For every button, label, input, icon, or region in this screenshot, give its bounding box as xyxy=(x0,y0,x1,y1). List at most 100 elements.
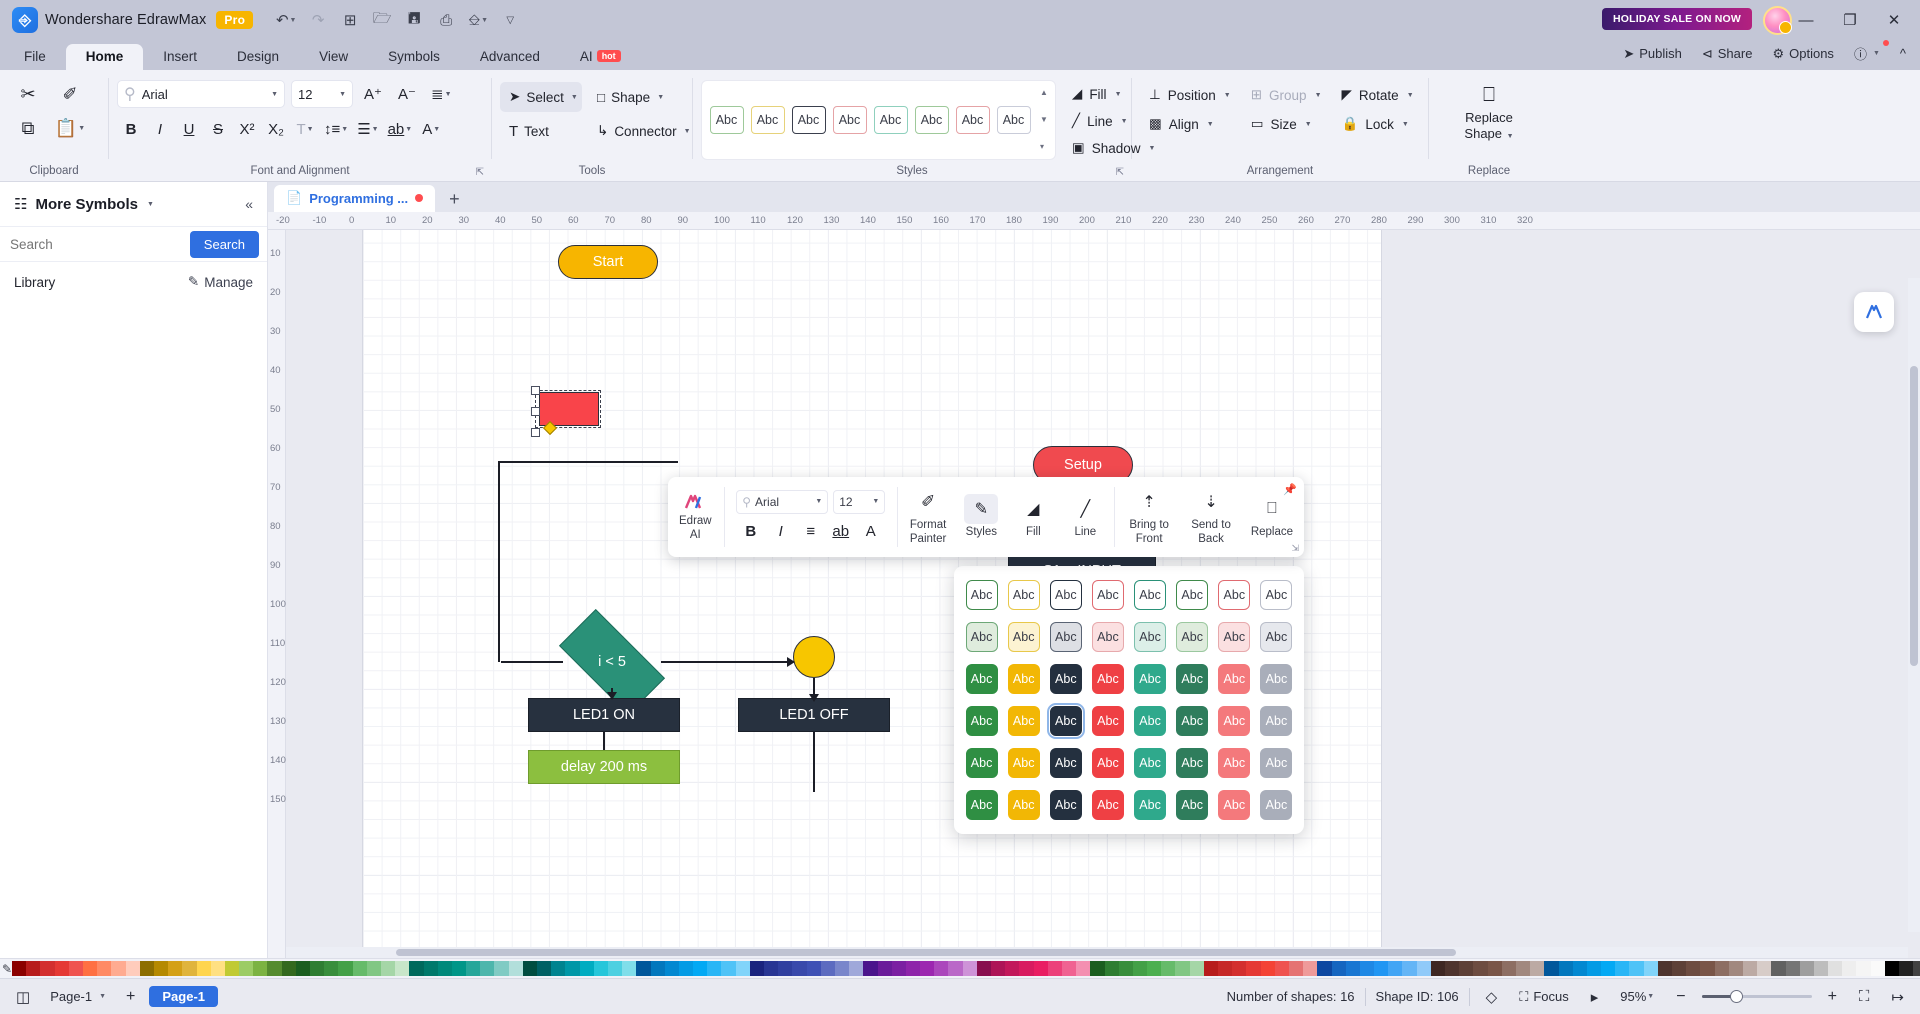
palette-swatch[interactable] xyxy=(295,961,310,976)
bullet-list-button[interactable]: ☰ ▼ xyxy=(353,114,382,144)
page-chip[interactable]: Page-1 xyxy=(149,986,219,1007)
palette-swatch[interactable] xyxy=(1203,961,1218,976)
palette-swatch[interactable] xyxy=(1572,961,1587,976)
palette-swatch[interactable] xyxy=(1714,961,1729,976)
style-option[interactable]: Abc xyxy=(1046,702,1085,741)
palette-swatch[interactable] xyxy=(1147,961,1162,976)
shrink-font-button[interactable]: A⁻ xyxy=(393,79,421,109)
palette-swatch[interactable] xyxy=(1771,961,1786,976)
layers-icon[interactable]: ◇ xyxy=(1480,985,1504,1009)
palette-swatch[interactable] xyxy=(834,961,850,976)
palette-swatch[interactable] xyxy=(749,961,764,976)
palette-swatch[interactable] xyxy=(607,961,623,976)
connector-tool-button[interactable]: ↳ Connector ▼ xyxy=(588,116,691,146)
palette-swatch[interactable] xyxy=(1884,961,1899,976)
palette-swatch[interactable] xyxy=(466,961,481,976)
led1-off-node[interactable]: LED1 OFF xyxy=(738,698,890,732)
chevron-down-icon[interactable]: ▼ xyxy=(872,498,879,505)
palette-swatch[interactable] xyxy=(125,961,140,976)
palette-swatch[interactable] xyxy=(1586,961,1602,976)
palette-swatch[interactable] xyxy=(1076,961,1091,976)
palette-swatch[interactable] xyxy=(1700,961,1715,976)
float-align-button[interactable]: ≡ xyxy=(797,519,825,545)
style-option[interactable]: Abc xyxy=(1131,744,1170,783)
float-italic-button[interactable]: I xyxy=(767,519,795,545)
styles-dropdown-panel[interactable]: Abc Abc Abc Abc Abc Abc Abc Abc Abc Abc Abc Abc Abc A… xyxy=(954,566,1304,834)
palette-swatch[interactable] xyxy=(1615,961,1630,976)
tab-insert[interactable]: Insert xyxy=(143,44,217,71)
share-button[interactable]: ⊲ Share xyxy=(1694,43,1761,65)
style-option[interactable]: Abc xyxy=(962,744,1001,783)
focus-button[interactable]: ⛶ Focus xyxy=(1513,986,1575,1008)
style-option[interactable]: Abc xyxy=(1046,744,1085,783)
subscript-button[interactable]: X₂ xyxy=(262,114,290,144)
zoom-out-button[interactable]: − xyxy=(1670,985,1691,1009)
palette-swatch[interactable] xyxy=(1813,961,1829,976)
font-size-value[interactable] xyxy=(298,86,332,102)
fit-page-icon[interactable]: ⛶ xyxy=(1853,985,1876,1008)
style-option[interactable]: Abc xyxy=(1173,744,1212,783)
palette-swatch[interactable] xyxy=(579,961,594,976)
chevron-down-icon[interactable]: ▼ xyxy=(815,498,822,505)
resize-handle[interactable] xyxy=(531,407,540,416)
palette-swatch[interactable] xyxy=(196,961,211,976)
style-option[interactable]: Abc xyxy=(1004,744,1043,783)
resize-handle[interactable] xyxy=(531,428,540,437)
palette-swatch[interactable] xyxy=(650,961,665,976)
palette-swatch[interactable] xyxy=(338,961,353,976)
palette-swatch[interactable] xyxy=(437,961,452,976)
palette-swatch[interactable] xyxy=(1104,961,1119,976)
palette-swatch[interactable] xyxy=(224,961,240,976)
style-option[interactable]: Abc xyxy=(1173,575,1212,614)
condition-node[interactable]: i < 5 xyxy=(558,608,666,716)
add-page-tab-button[interactable]: + xyxy=(449,189,460,212)
palette-swatch[interactable] xyxy=(1785,961,1800,976)
palette-swatch[interactable] xyxy=(1359,961,1375,976)
palette-swatch[interactable] xyxy=(1033,961,1048,976)
export-icon[interactable]: ⎒ ▼ xyxy=(463,6,493,34)
style-option[interactable]: Abc xyxy=(1004,617,1043,656)
palette-swatch[interactable] xyxy=(1345,961,1360,976)
page-selector[interactable]: Page-1 ▼ xyxy=(44,986,112,1007)
palette-swatch[interactable] xyxy=(380,961,396,976)
style-option[interactable]: Abc xyxy=(1257,786,1296,825)
select-tool-button[interactable]: ➤ Select ▼ xyxy=(500,82,582,112)
palette-swatch[interactable] xyxy=(636,961,651,976)
font-dialog-launcher[interactable]: ⇱ xyxy=(476,167,484,178)
palette-swatch[interactable] xyxy=(409,961,424,976)
manage-button[interactable]: ✎ Manage xyxy=(188,274,253,290)
add-page-button[interactable]: + xyxy=(120,985,141,1009)
palette-swatch[interactable] xyxy=(764,961,779,976)
font-family-input[interactable]: ⚲ ▼ xyxy=(117,80,285,108)
palette-swatch[interactable] xyxy=(83,961,98,976)
present-icon[interactable]: ▸ xyxy=(1585,985,1605,1009)
palette-swatch[interactable] xyxy=(1757,961,1772,976)
palette-swatch[interactable] xyxy=(1132,961,1148,976)
style-option[interactable]: Abc xyxy=(1004,575,1043,614)
palette-swatch[interactable] xyxy=(877,961,892,976)
float-fill-button[interactable]: ◢ Fill xyxy=(1007,477,1059,557)
palette-swatch[interactable] xyxy=(1246,961,1261,976)
style-option[interactable]: Abc xyxy=(1257,575,1296,614)
style-option[interactable]: Abc xyxy=(1215,617,1254,656)
palette-swatch[interactable] xyxy=(664,961,679,976)
palette-swatch[interactable] xyxy=(239,961,254,976)
style-option[interactable]: Abc xyxy=(1257,702,1296,741)
palette-swatch[interactable] xyxy=(1189,961,1204,976)
redo-icon[interactable]: ↷ xyxy=(303,6,333,34)
palette-swatch[interactable] xyxy=(281,961,296,976)
palette-swatch[interactable] xyxy=(1501,961,1516,976)
styles-scroll-controls[interactable]: ▲ ▼ ▾ xyxy=(1037,89,1051,151)
palette-swatch[interactable] xyxy=(593,961,608,976)
document-tab[interactable]: 📄 Programming ... xyxy=(274,185,436,212)
style-option[interactable]: Abc xyxy=(1215,702,1254,741)
palette-swatch[interactable] xyxy=(310,961,325,976)
palette-swatch[interactable] xyxy=(168,961,183,976)
superscript-button[interactable]: X² xyxy=(233,114,261,144)
style-swatch[interactable]: Abc xyxy=(706,106,747,134)
undo-icon[interactable]: ↶ ▼ xyxy=(271,6,301,34)
palette-swatch[interactable] xyxy=(395,961,410,976)
palette-swatch[interactable] xyxy=(97,961,112,976)
style-option[interactable]: Abc xyxy=(1088,786,1127,825)
float-font-family-input[interactable]: ⚲ Arial ▼ xyxy=(736,489,829,514)
